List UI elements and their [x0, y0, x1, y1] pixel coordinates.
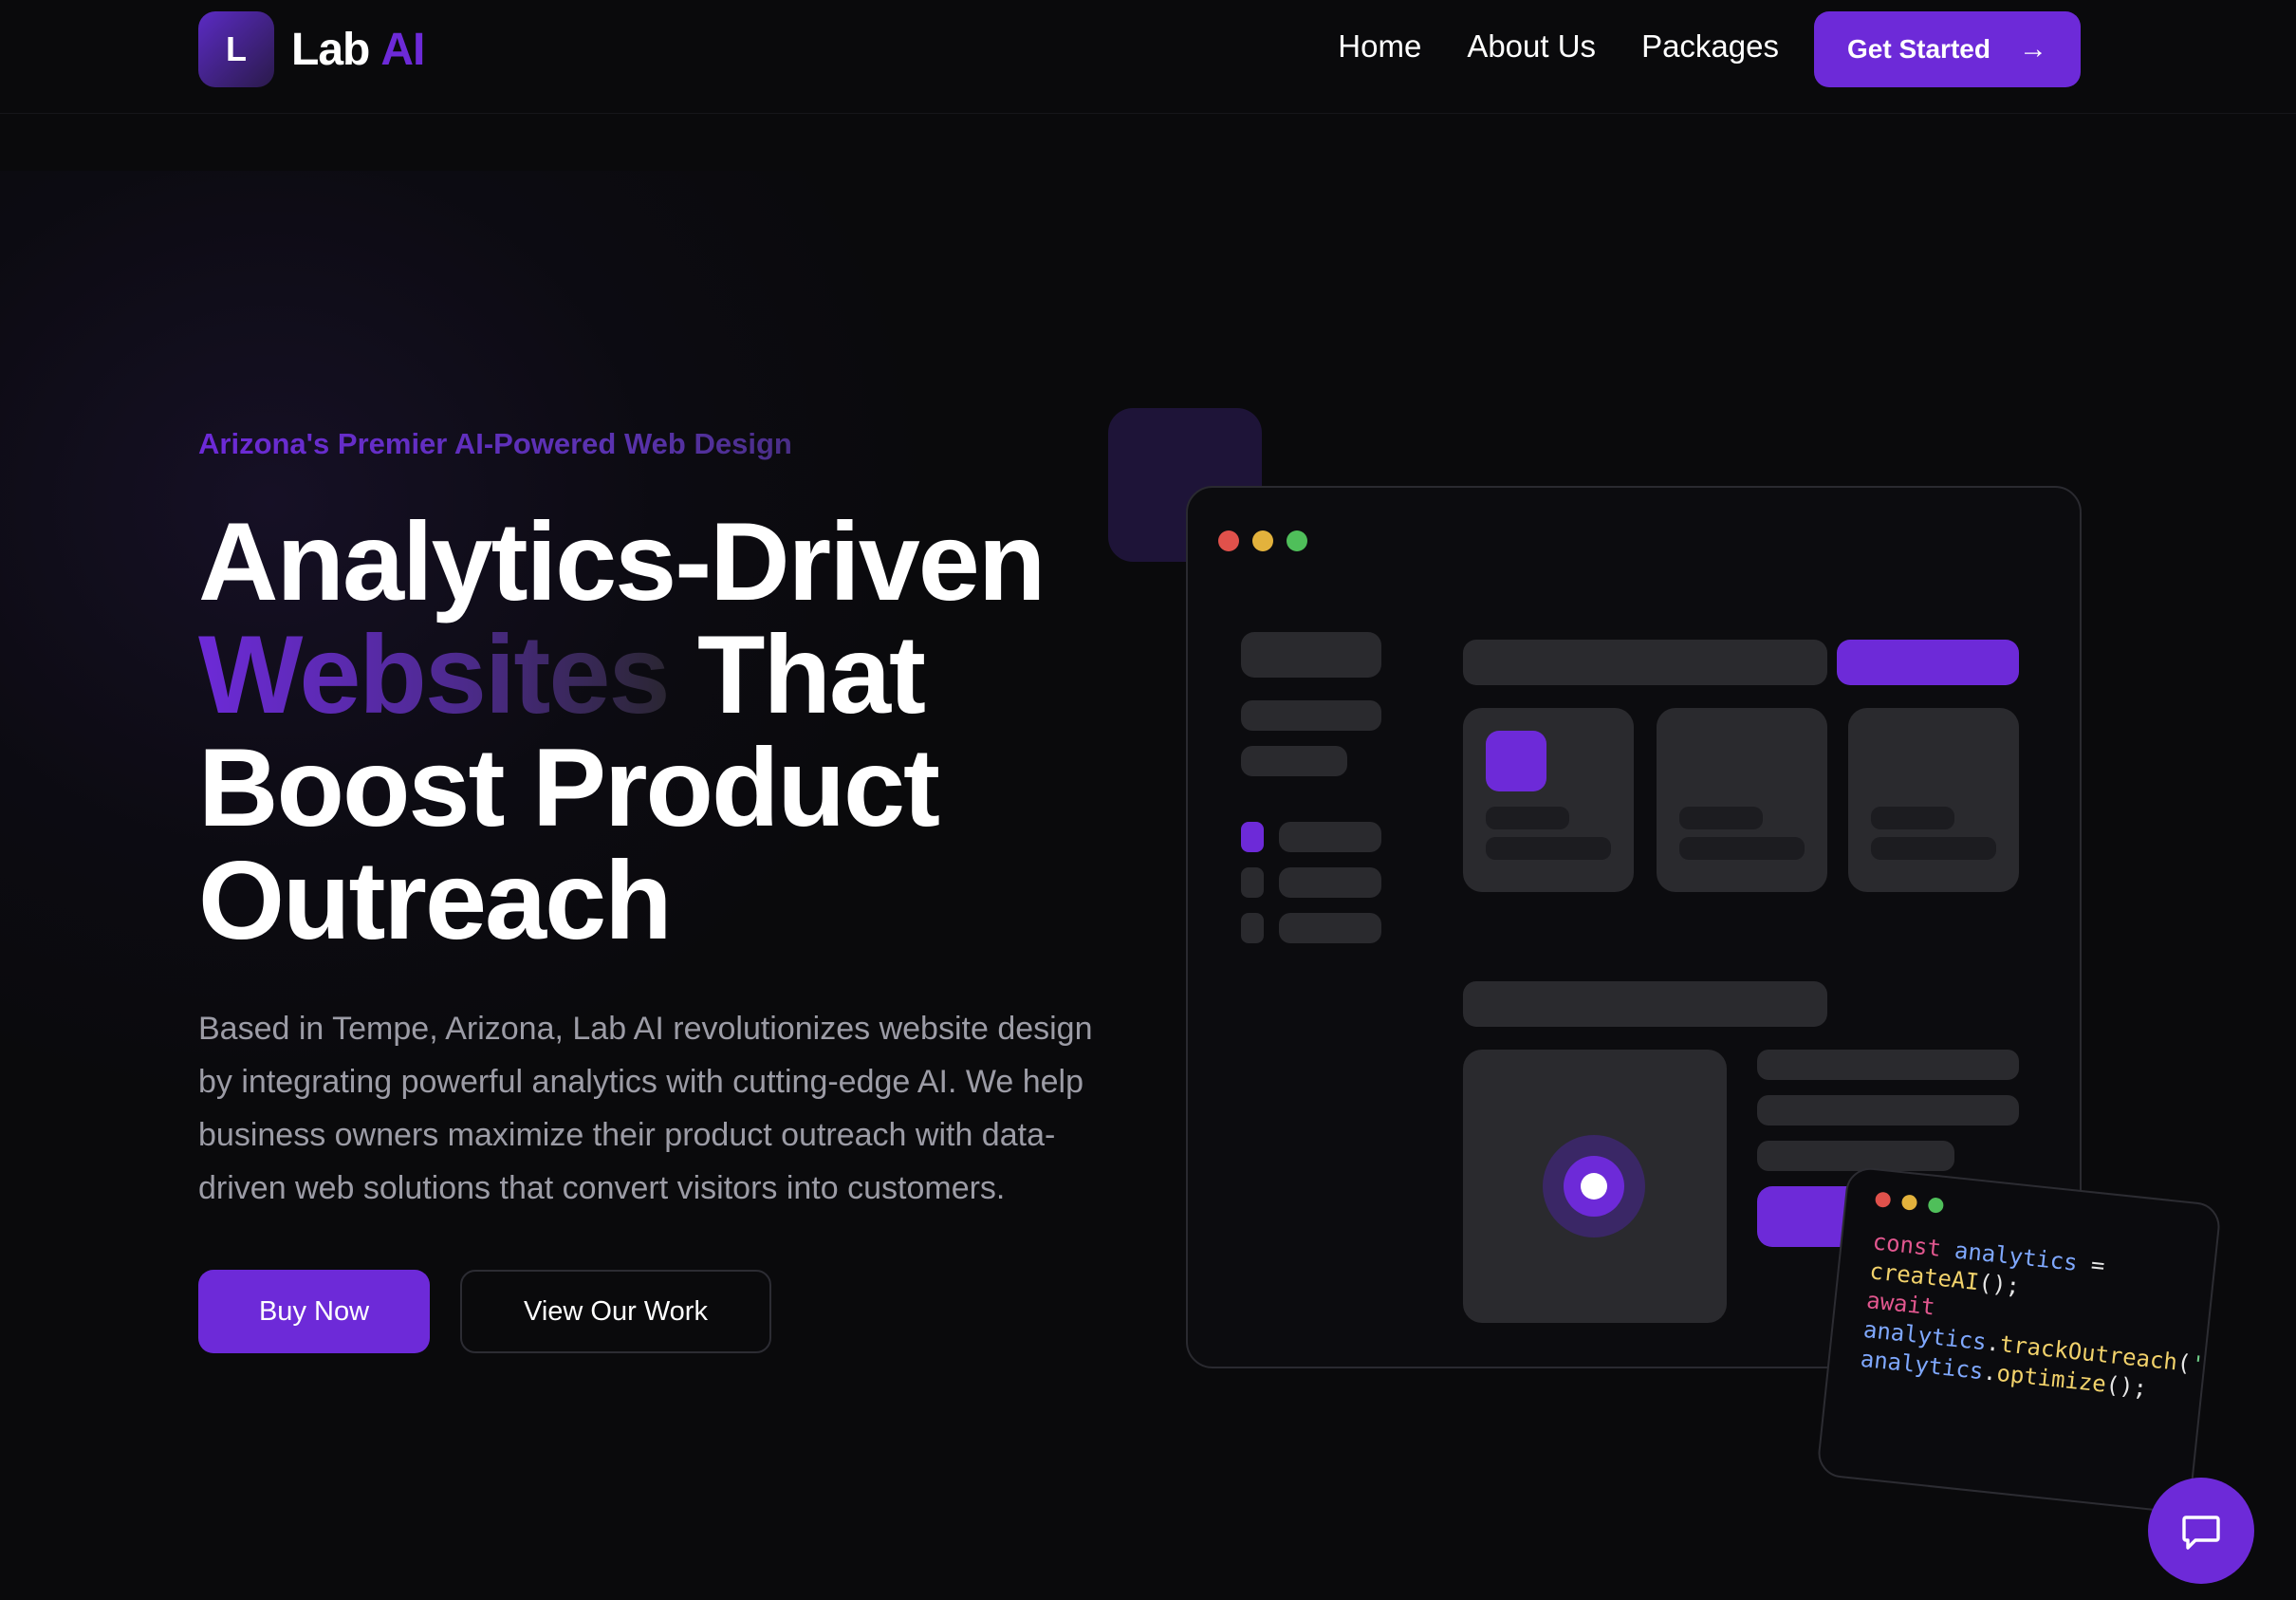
nav-link-about-us[interactable]: About Us	[1467, 28, 1596, 65]
mock-card-line	[1871, 807, 1954, 829]
headline-line-1: Analytics-Driven	[198, 499, 1046, 623]
navbar: L Lab AI Home About Us Packages Get Start…	[0, 0, 2296, 114]
code-operator: =	[2076, 1250, 2106, 1279]
mock-card	[1657, 708, 1827, 892]
mock-card-line	[1871, 837, 1996, 860]
mock-sidebar-item	[1279, 822, 1381, 852]
headline-line-3: Boost Product	[198, 725, 940, 849]
hero-headline: Analytics-Driven Websites That Boost Pro…	[198, 505, 1109, 957]
record-dot-icon	[1581, 1173, 1607, 1200]
mock-header-button	[1837, 640, 2019, 685]
code-snippet-card: const analytics = createAI(); await anal…	[1815, 1165, 2223, 1515]
mock-card-icon	[1486, 731, 1546, 791]
logo-accent: AI	[380, 24, 425, 75]
code-keyword: const	[1871, 1228, 1943, 1262]
mock-text-line	[1757, 1141, 1954, 1171]
mock-section-title	[1463, 981, 1827, 1027]
mock-media-card	[1463, 1050, 1727, 1323]
mock-text-line	[1757, 1095, 2019, 1126]
nav-links: Home About Us Packages	[1292, 28, 1779, 65]
chat-button[interactable]	[2148, 1478, 2254, 1584]
hero-description: Based in Tempe, Arizona, Lab AI revoluti…	[198, 1011, 1093, 1206]
nav-link-home[interactable]: Home	[1338, 28, 1421, 65]
mock-card-line	[1679, 807, 1763, 829]
view-our-work-button[interactable]: View Our Work	[460, 1270, 771, 1353]
mock-card-line	[1486, 807, 1569, 829]
code-keyword: await	[1865, 1287, 1936, 1321]
headline-line-4: Outreach	[198, 838, 673, 962]
mock-card	[1848, 708, 2019, 892]
traffic-light-red-icon	[1874, 1191, 1892, 1208]
mock-sidebar-item	[1279, 913, 1381, 943]
get-started-button[interactable]: Get Started →	[1814, 11, 2081, 87]
code-punct: ();	[2104, 1370, 2149, 1403]
chat-bubble-icon	[2182, 1516, 2220, 1550]
nav-link-packages[interactable]: Packages	[1641, 28, 1779, 65]
mock-sidebar-title	[1241, 632, 1381, 678]
headline-line-2-rest: That	[668, 612, 926, 736]
logo-badge-letter: L	[226, 29, 247, 68]
buy-now-button[interactable]: Buy Now	[198, 1270, 430, 1353]
logo[interactable]: L Lab AI	[198, 11, 425, 87]
traffic-light-yellow-icon	[1252, 530, 1273, 551]
mock-text-line	[1757, 1050, 2019, 1080]
arrow-right-icon: →	[2018, 33, 2047, 65]
logo-text: Lab AI	[291, 24, 425, 76]
mock-sidebar-item	[1279, 867, 1381, 898]
mock-card	[1463, 708, 1634, 892]
traffic-light-red-icon	[1218, 530, 1239, 551]
mock-header-bar	[1463, 640, 1827, 685]
mock-sidebar-bullet-active	[1241, 822, 1264, 852]
mock-sidebar-bullet	[1241, 913, 1264, 943]
mock-sidebar-line	[1241, 746, 1347, 776]
mock-card-line	[1679, 837, 1805, 860]
mock-sidebar-line	[1241, 700, 1381, 731]
mock-card-line	[1486, 837, 1611, 860]
code-snippet: const analytics = createAI(); await anal…	[1859, 1227, 2222, 1421]
mock-sidebar-bullet	[1241, 867, 1264, 898]
headline-accent: Websites	[198, 612, 671, 736]
logo-name: Lab	[291, 24, 370, 75]
get-started-label: Get Started	[1847, 34, 1990, 64]
traffic-light-yellow-icon	[1900, 1194, 1918, 1211]
hero-eyebrow: Arizona's Premier AI-Powered Web Design	[198, 427, 1109, 461]
traffic-light-green-icon	[1287, 530, 1307, 551]
traffic-light-green-icon	[1927, 1197, 1945, 1214]
hero: Arizona's Premier AI-Powered Web Design …	[198, 427, 1109, 1353]
logo-badge: L	[198, 11, 274, 87]
hero-buttons: Buy Now View Our Work	[198, 1270, 1109, 1353]
headline-line-2: Websites That	[198, 618, 1109, 731]
code-string: 'product'	[2189, 1350, 2223, 1390]
code-punct: ();	[1977, 1269, 2022, 1300]
